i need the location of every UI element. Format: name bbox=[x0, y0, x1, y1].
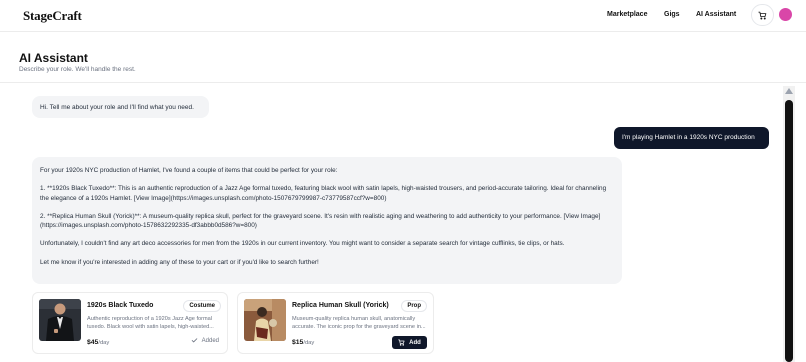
price-period: /day bbox=[303, 340, 315, 346]
message-paragraph: Let me know if you're interested in addi… bbox=[40, 258, 319, 266]
price-period: /day bbox=[98, 340, 110, 346]
brand-logo[interactable]: StageCraft bbox=[23, 8, 82, 24]
product-price: $15/day bbox=[292, 339, 314, 346]
message-text: I'm playing Hamlet in a 1920s NYC produc… bbox=[622, 134, 755, 141]
added-label: Added bbox=[201, 337, 219, 344]
product-thumbnail bbox=[39, 299, 81, 341]
product-card[interactable]: 1920s Black Tuxedo Costume Authentic rep… bbox=[32, 292, 228, 354]
product-description: Authentic reproduction of a 1920s Jazz A… bbox=[87, 316, 214, 331]
price-amount: $45 bbox=[87, 339, 99, 346]
user-message: I'm playing Hamlet in a 1920s NYC produc… bbox=[614, 127, 769, 149]
product-title[interactable]: 1920s Black Tuxedo bbox=[87, 302, 153, 309]
nav-gigs[interactable]: Gigs bbox=[664, 11, 680, 18]
top-navbar: StageCraft Marketplace Gigs AI Assistant bbox=[0, 0, 806, 32]
scroll-up-arrow-icon[interactable] bbox=[785, 88, 793, 94]
product-price: $45/day bbox=[87, 339, 109, 346]
chat-scrollbar[interactable] bbox=[783, 86, 795, 362]
message-text: Hi. Tell me about your role and I'll fin… bbox=[40, 104, 194, 111]
scrollbar-thumb[interactable] bbox=[785, 100, 793, 362]
message-paragraph: Unfortunately, I couldn't find any art d… bbox=[40, 240, 565, 248]
cart-icon bbox=[758, 11, 767, 19]
add-to-cart-button[interactable]: Add bbox=[392, 336, 427, 349]
chat-thread[interactable]: Hi. Tell me about your role and I'll fin… bbox=[0, 83, 782, 362]
add-label: Add bbox=[409, 339, 421, 346]
product-description: Museum-quality replica human skull, anat… bbox=[292, 316, 426, 331]
cart-button[interactable] bbox=[751, 4, 774, 26]
nav-ai-assistant[interactable]: AI Assistant bbox=[696, 11, 736, 18]
message-paragraph: 1. **1920s Black Tuxedo**: This is an au… bbox=[40, 185, 607, 202]
page-title: AI Assistant bbox=[19, 51, 88, 65]
price-amount: $15 bbox=[292, 339, 304, 346]
product-title[interactable]: Replica Human Skull (Yorick) bbox=[292, 302, 389, 309]
assistant-message: Hi. Tell me about your role and I'll fin… bbox=[32, 96, 209, 118]
message-paragraph: For your 1920s NYC production of Hamlet,… bbox=[40, 167, 338, 174]
page-subtitle: Describe your role. We'll handle the res… bbox=[19, 66, 136, 73]
assistant-message: For your 1920s NYC production of Hamlet,… bbox=[32, 157, 622, 284]
product-card[interactable]: Replica Human Skull (Yorick) Prop Museum… bbox=[237, 292, 434, 354]
product-thumbnail bbox=[244, 299, 286, 341]
message-paragraph: 2. **Replica Human Skull (Yorick)**: A m… bbox=[40, 212, 601, 230]
nav-marketplace[interactable]: Marketplace bbox=[607, 11, 647, 18]
check-icon bbox=[191, 338, 197, 343]
added-status: Added bbox=[191, 337, 219, 344]
user-avatar[interactable] bbox=[779, 8, 792, 21]
category-badge: Costume bbox=[183, 300, 221, 312]
category-badge: Prop bbox=[401, 300, 427, 312]
cart-icon bbox=[398, 339, 405, 346]
